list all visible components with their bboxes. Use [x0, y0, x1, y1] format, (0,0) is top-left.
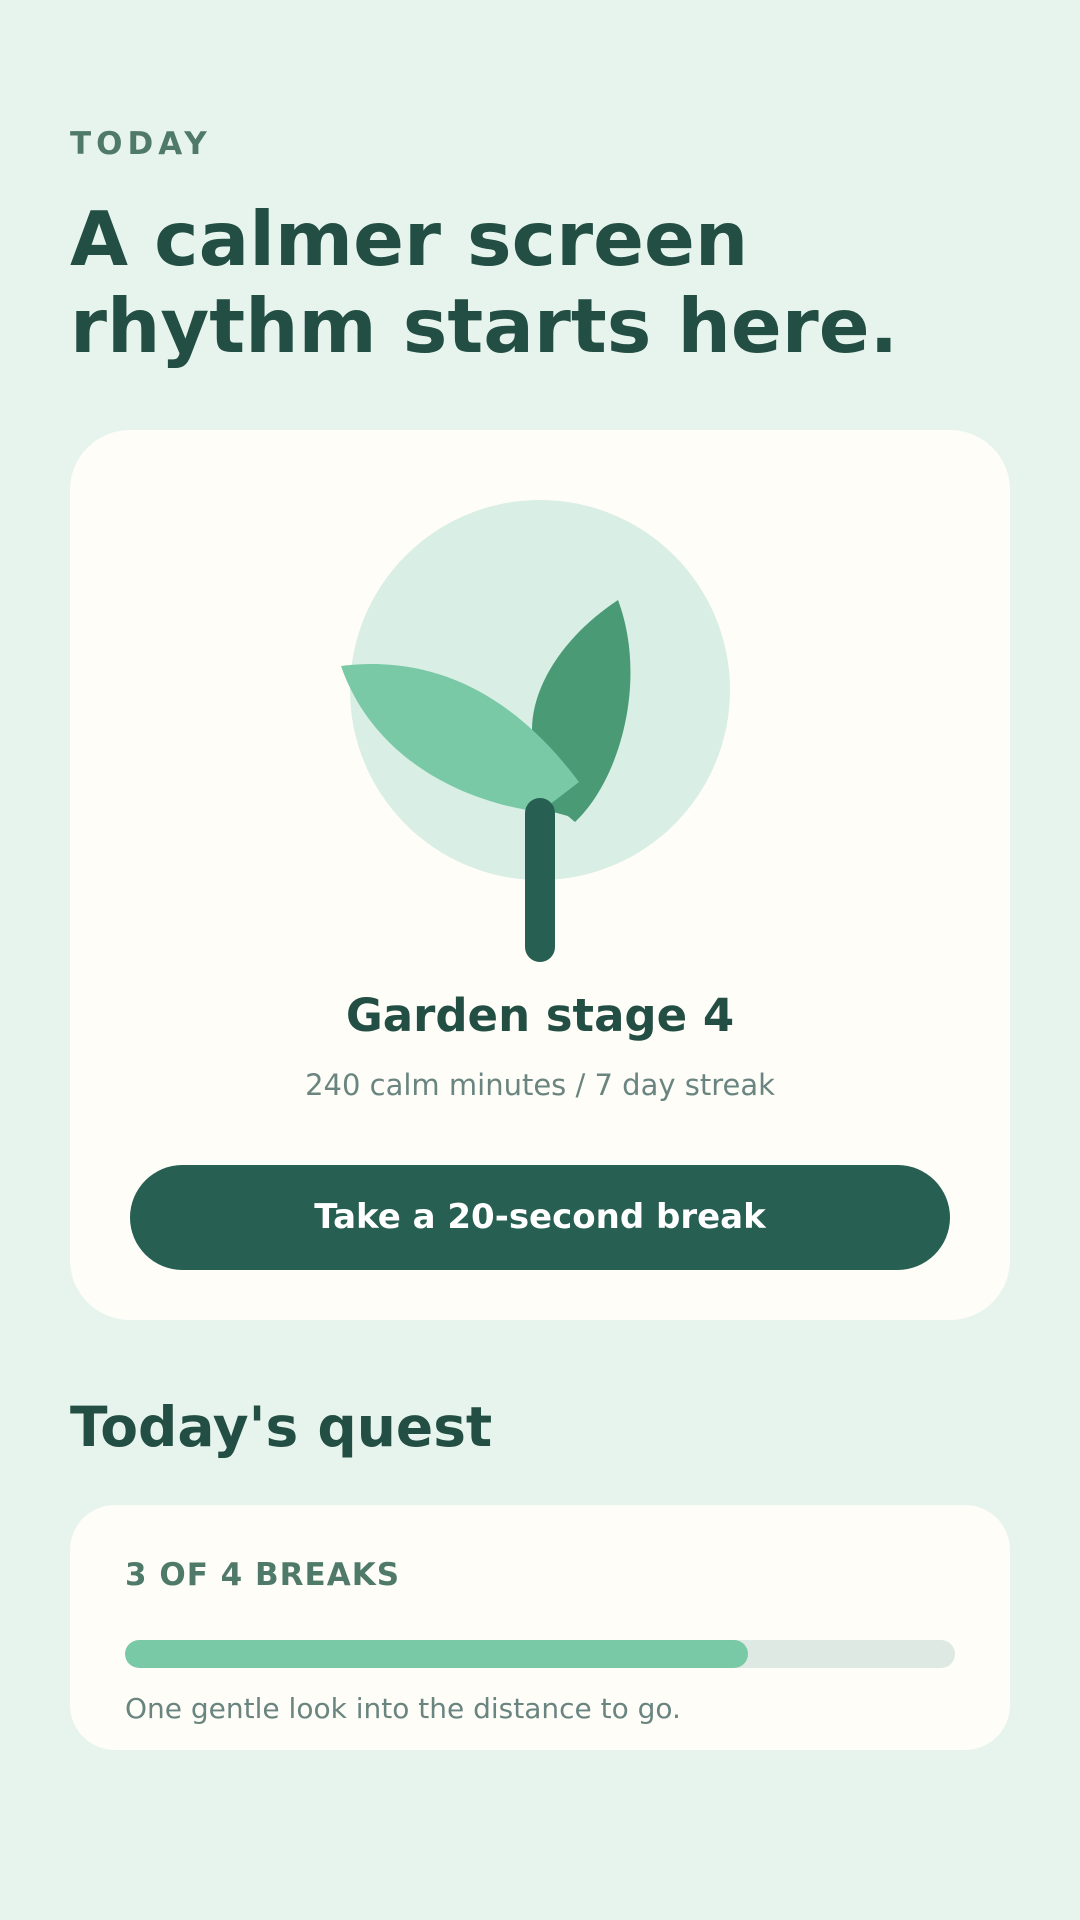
quest-progress-bar	[125, 1640, 955, 1668]
sprout-icon	[341, 500, 730, 962]
page-headline: A calmer screen rhythm starts here.	[70, 195, 899, 370]
quest-card: 3 OF 4 BREAKS One gentle look into the d…	[70, 1505, 1010, 1750]
quest-progress-fill	[125, 1640, 748, 1668]
garden-stage-title: Garden stage 4	[345, 989, 735, 1042]
section-eyebrow: TODAY	[70, 126, 212, 162]
garden-stats: 240 calm minutes / 7 day streak	[305, 1068, 775, 1102]
take-break-button[interactable]: Take a 20-second break	[130, 1165, 950, 1270]
garden-card: Garden stage 4 240 calm minutes / 7 day …	[70, 430, 1010, 1320]
quest-count-label: 3 OF 4 BREAKS	[125, 1557, 401, 1593]
quest-heading: Today's quest	[70, 1395, 493, 1459]
quest-hint: One gentle look into the distance to go.	[125, 1692, 681, 1725]
